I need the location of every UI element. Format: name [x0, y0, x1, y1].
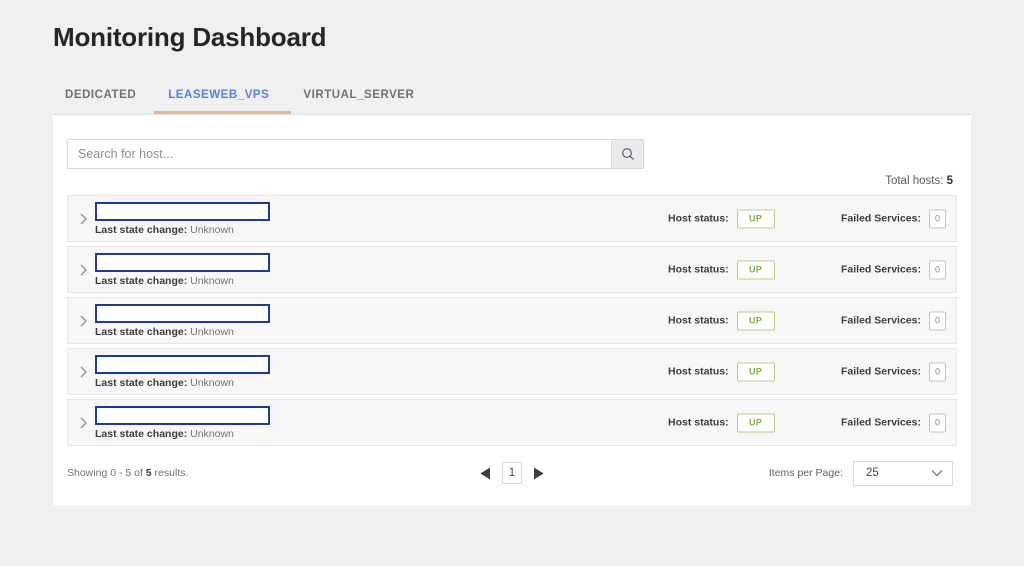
next-page-button[interactable] [532, 466, 545, 481]
status-badge: UP [736, 260, 775, 279]
table-row[interactable]: Last state change: Unknown Host status: … [67, 246, 957, 293]
failed-services-badge: 0 [928, 362, 946, 381]
failed-services-group: Failed Services: 0 [841, 260, 946, 279]
last-state-change-label: Last state change: [95, 224, 188, 236]
table-row[interactable]: Last state change: Unknown Host status: … [67, 399, 957, 446]
previous-page-button[interactable] [479, 466, 492, 481]
status-badge: UP [736, 311, 775, 330]
hosts-card: Total hosts: 5 Last state change: Unknow… [53, 114, 971, 505]
failed-services-badge: 0 [928, 209, 946, 228]
host-status-group: Host status: UP [668, 260, 775, 279]
failed-services-group: Failed Services: 0 [841, 209, 946, 228]
host-status-label: Host status: [668, 212, 729, 225]
host-status-label: Host status: [668, 314, 729, 327]
status-badge: UP [736, 413, 775, 432]
chevron-right-icon[interactable] [76, 314, 90, 328]
failed-services-group: Failed Services: 0 [841, 362, 946, 381]
last-state-change: Last state change: Unknown [95, 275, 270, 287]
failed-services-label: Failed Services: [841, 263, 921, 276]
last-state-change-value: Unknown [190, 428, 234, 440]
last-state-change: Last state change: Unknown [95, 326, 270, 338]
results-summary-suffix: results. [151, 467, 189, 479]
host-status-label: Host status: [668, 263, 729, 276]
pagination: 1 [479, 462, 545, 484]
tab-virtual-server[interactable]: VIRTUAL_SERVER [291, 85, 432, 114]
host-status-label: Host status: [668, 416, 729, 429]
chevron-right-icon[interactable] [76, 416, 90, 430]
monitoring-dashboard-page: Monitoring Dashboard DEDICATED LEASEWEB_… [0, 0, 1024, 566]
host-name-redacted [95, 355, 270, 374]
last-state-change-value: Unknown [190, 224, 234, 236]
table-row[interactable]: Last state change: Unknown Host status: … [67, 348, 957, 395]
last-state-change-label: Last state change: [95, 326, 188, 338]
results-summary: Showing 0 - 5 of 5 results. [67, 467, 188, 479]
search-icon [621, 147, 635, 161]
chevron-right-icon[interactable] [76, 365, 90, 379]
failed-services-badge: 0 [928, 413, 946, 432]
status-badge: UP [736, 362, 775, 381]
search-button[interactable] [611, 139, 644, 169]
table-footer: Showing 0 - 5 of 5 results. 1 Items per … [67, 455, 957, 491]
items-per-page: Items per Page: 25 [768, 460, 953, 486]
host-name-redacted [95, 406, 270, 425]
failed-services-label: Failed Services: [841, 416, 921, 429]
host-status-label: Host status: [668, 365, 729, 378]
items-per-page-label: Items per Page: [768, 467, 843, 479]
host-list: Last state change: Unknown Host status: … [67, 195, 957, 450]
last-state-change-label: Last state change: [95, 428, 188, 440]
table-row[interactable]: Last state change: Unknown Host status: … [67, 297, 957, 344]
last-state-change-value: Unknown [190, 275, 234, 287]
host-status-group: Host status: UP [668, 362, 775, 381]
total-hosts-label: Total hosts: [885, 175, 944, 187]
failed-services-label: Failed Services: [841, 365, 921, 378]
last-state-change-value: Unknown [190, 326, 234, 338]
host-status-group: Host status: UP [668, 209, 775, 228]
total-hosts-value: 5 [946, 175, 953, 187]
tab-leaseweb-vps[interactable]: LEASEWEB_VPS [154, 85, 292, 114]
host-identity: Last state change: Unknown [95, 202, 270, 236]
failed-services-group: Failed Services: 0 [841, 311, 946, 330]
last-state-change: Last state change: Unknown [95, 224, 270, 236]
results-summary-prefix: Showing 0 - 5 of [67, 467, 146, 479]
failed-services-group: Failed Services: 0 [841, 413, 946, 432]
host-name-redacted [95, 253, 270, 272]
items-per-page-select[interactable]: 25 [853, 460, 953, 486]
chevron-right-icon[interactable] [76, 263, 90, 277]
last-state-change: Last state change: Unknown [95, 428, 270, 440]
tab-bar: DEDICATED LEASEWEB_VPS VIRTUAL_SERVER [53, 85, 432, 114]
tab-dedicated[interactable]: DEDICATED [53, 85, 154, 114]
last-state-change-label: Last state change: [95, 275, 188, 287]
total-hosts: Total hosts: 5 [885, 175, 953, 187]
status-badge: UP [736, 209, 775, 228]
chevron-right-icon[interactable] [76, 212, 90, 226]
failed-services-label: Failed Services: [841, 212, 921, 225]
last-state-change-label: Last state change: [95, 377, 188, 389]
host-name-redacted [95, 304, 270, 323]
host-status-group: Host status: UP [668, 413, 775, 432]
page-title: Monitoring Dashboard [53, 22, 327, 52]
host-identity: Last state change: Unknown [95, 355, 270, 389]
failed-services-badge: 0 [928, 311, 946, 330]
failed-services-label: Failed Services: [841, 314, 921, 327]
host-status-group: Host status: UP [668, 311, 775, 330]
table-row[interactable]: Last state change: Unknown Host status: … [67, 195, 957, 242]
last-state-change-value: Unknown [190, 377, 234, 389]
chevron-down-icon [931, 469, 943, 477]
host-identity: Last state change: Unknown [95, 304, 270, 338]
host-identity: Last state change: Unknown [95, 406, 270, 440]
search-bar [67, 139, 644, 169]
page-number-1[interactable]: 1 [502, 462, 522, 484]
failed-services-badge: 0 [928, 260, 946, 279]
items-per-page-value: 25 [866, 467, 879, 479]
search-input[interactable] [67, 139, 611, 169]
host-identity: Last state change: Unknown [95, 253, 270, 287]
host-name-redacted [95, 202, 270, 221]
last-state-change: Last state change: Unknown [95, 377, 270, 389]
